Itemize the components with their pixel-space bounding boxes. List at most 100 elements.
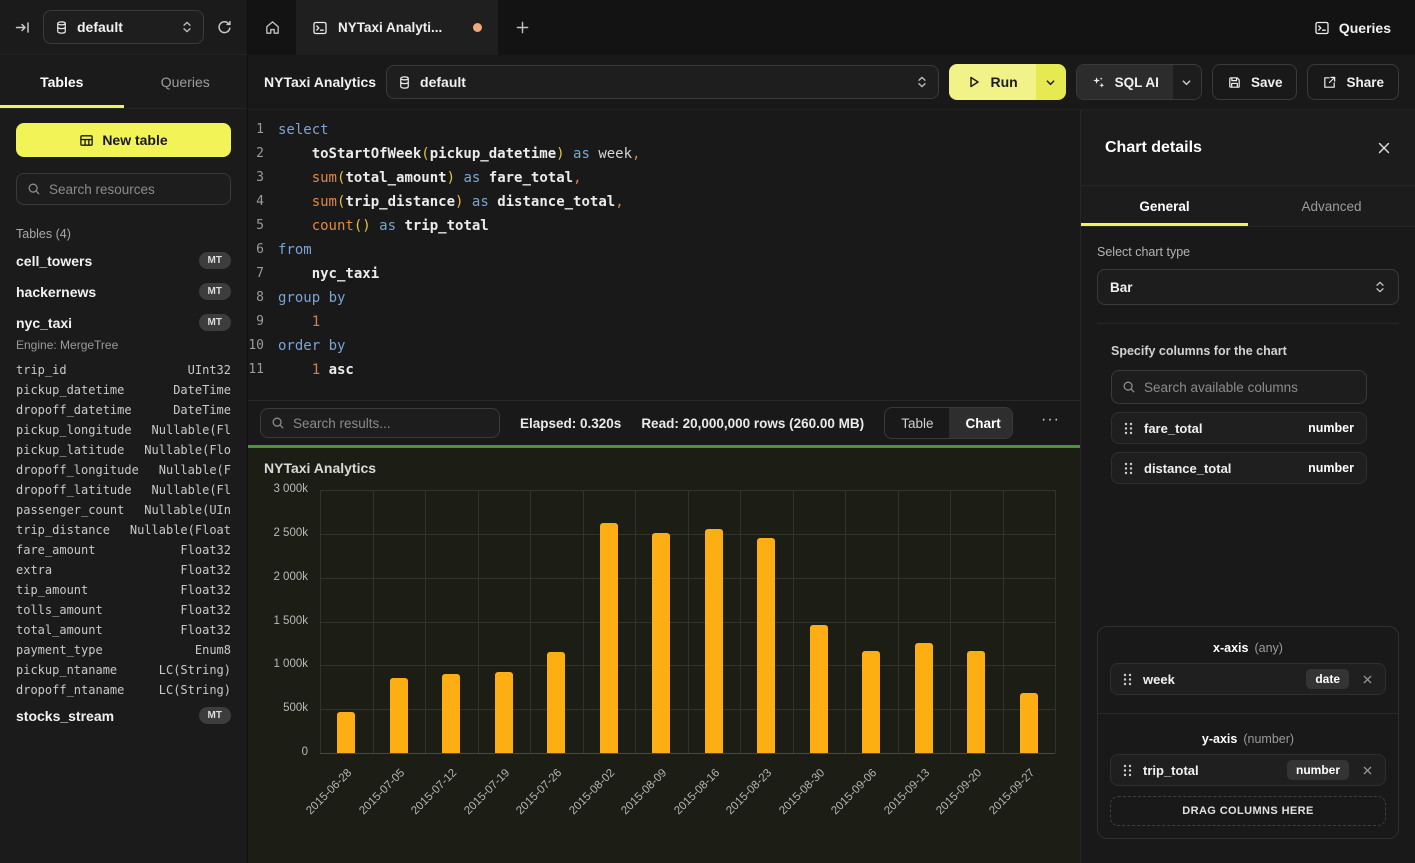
bar-2015-08-09[interactable] xyxy=(652,533,670,753)
close-panel-button[interactable] xyxy=(1377,141,1391,155)
bar-2015-07-26[interactable] xyxy=(547,652,565,753)
y-axis-tick-label: 0 xyxy=(248,746,308,758)
column-row: pickup_ntanameLC(String) xyxy=(16,660,231,680)
home-button[interactable] xyxy=(248,0,296,55)
code-text: select xyxy=(278,118,329,142)
column-row: fare_amountFloat32 xyxy=(16,540,231,560)
sql-ai-button[interactable]: SQL AI xyxy=(1077,65,1173,99)
drag-handle-icon xyxy=(1123,764,1132,777)
results-search[interactable] xyxy=(260,408,500,438)
view-toggle-table[interactable]: Table xyxy=(885,408,949,438)
remove-chip-button[interactable] xyxy=(1362,674,1373,685)
column-row: dropoff_latitudeNullable(Fl xyxy=(16,480,231,500)
x-axis-tick-label: 2015-08-23 xyxy=(725,767,775,817)
sql-ai-options-button[interactable] xyxy=(1173,65,1201,99)
results-search-input[interactable] xyxy=(293,416,489,431)
results-more-button[interactable]: ··· xyxy=(1033,411,1068,435)
chip-name: trip_total xyxy=(1143,763,1276,778)
bar-2015-07-05[interactable] xyxy=(390,678,408,753)
sql-editor[interactable]: 1select2toStartOfWeek(pickup_datetime) a… xyxy=(248,110,1080,400)
x-axis-tick-label: 2015-07-26 xyxy=(515,767,565,817)
code-text: from xyxy=(278,238,312,262)
editor-line: 111 asc xyxy=(248,358,1080,382)
chart-type-value: Bar xyxy=(1110,280,1133,295)
bar-2015-09-27[interactable] xyxy=(1020,693,1038,753)
toolbar-database-selector[interactable]: default xyxy=(386,65,939,99)
query-tab-nytaxi-analytics[interactable]: NYTaxi Analyti... xyxy=(296,0,498,55)
collapse-sidebar-button[interactable] xyxy=(14,19,31,36)
share-button[interactable]: Share xyxy=(1307,64,1399,100)
column-chip-fare_total[interactable]: fare_totalnumber xyxy=(1111,412,1367,444)
bar-2015-09-20[interactable] xyxy=(967,651,985,753)
gridline-v xyxy=(1055,490,1056,753)
available-columns-list: fare_totalnumber distance_totalnumber xyxy=(1111,404,1367,484)
gridline-v xyxy=(1003,490,1004,753)
column-row: dropoff_longitudeNullable(F xyxy=(16,460,231,480)
refresh-button[interactable] xyxy=(216,19,233,36)
drag-columns-drop-zone[interactable]: DRAG COLUMNS HERE xyxy=(1110,796,1386,826)
column-row: pickup_latitudeNullable(Flo xyxy=(16,440,231,460)
table-item-nyc_taxi[interactable]: nyc_taxiMT xyxy=(16,307,231,338)
chart-panel: NYTaxi Analytics 0500k1 000k1 500k2 000k… xyxy=(248,448,1080,863)
new-tab-button[interactable] xyxy=(498,0,546,55)
axis-mapping-box: x-axis(any) weekdate y-axis(number) trip… xyxy=(1097,626,1399,839)
column-type: LC(String) xyxy=(159,680,231,700)
bar-2015-07-12[interactable] xyxy=(442,674,460,753)
line-number: 10 xyxy=(248,334,278,358)
column-type: Float32 xyxy=(180,580,231,600)
line-number: 3 xyxy=(248,166,278,190)
tab-advanced[interactable]: Advanced xyxy=(1248,186,1415,226)
database-selector[interactable]: default xyxy=(43,10,204,44)
sidebar-tab-tables[interactable]: Tables xyxy=(0,55,124,108)
gridline-v xyxy=(688,490,689,753)
column-type: UInt32 xyxy=(188,360,231,380)
columns-search[interactable] xyxy=(1111,370,1367,404)
run-button[interactable]: Run xyxy=(949,64,1035,100)
view-toggle-chart[interactable]: Chart xyxy=(949,408,1013,438)
table-item-hackernews[interactable]: hackernewsMT xyxy=(16,276,231,307)
bar-2015-08-30[interactable] xyxy=(810,625,828,753)
column-name: total_amount xyxy=(16,620,103,640)
column-row: trip_distanceNullable(Float xyxy=(16,520,231,540)
table-item-cell_towers[interactable]: cell_towersMT xyxy=(16,245,231,276)
code-text: 1 asc xyxy=(278,358,354,382)
database-icon xyxy=(397,75,412,90)
table-item-stocks_stream[interactable]: stocks_streamMT xyxy=(16,700,231,731)
engine-badge: MT xyxy=(199,252,231,269)
sidebar-search-input[interactable] xyxy=(49,182,220,197)
x-axis-tick-label: 2015-08-16 xyxy=(672,767,722,817)
close-icon xyxy=(1362,765,1373,776)
bar-2015-08-02[interactable] xyxy=(600,523,618,753)
tab-general[interactable]: General xyxy=(1081,186,1248,226)
bar-2015-08-23[interactable] xyxy=(757,538,775,753)
save-button[interactable]: Save xyxy=(1212,64,1298,100)
engine-badge: MT xyxy=(199,314,231,331)
new-table-button[interactable]: New table xyxy=(16,123,231,157)
column-row: dropoff_ntanameLC(String) xyxy=(16,680,231,700)
column-name: payment_type xyxy=(16,640,103,660)
bar-2015-08-16[interactable] xyxy=(705,529,723,753)
bar-2015-09-13[interactable] xyxy=(915,643,933,754)
column-chip-distance_total[interactable]: distance_totalnumber xyxy=(1111,452,1367,484)
bar-2015-09-06[interactable] xyxy=(862,651,880,753)
bar-2015-06-28[interactable] xyxy=(337,712,355,753)
sidebar-search[interactable] xyxy=(16,173,231,205)
run-options-button[interactable] xyxy=(1036,64,1066,100)
remove-chip-button[interactable] xyxy=(1362,765,1373,776)
gridline-v xyxy=(583,490,584,753)
queries-button[interactable]: Queries xyxy=(1290,0,1415,55)
y-axis-tick-label: 1 500k xyxy=(248,615,308,627)
y-axis-tick-label: 2 000k xyxy=(248,571,308,583)
editor-line: 4sum(trip_distance) as distance_total, xyxy=(248,190,1080,214)
axis-chip-week[interactable]: weekdate xyxy=(1110,663,1386,695)
columns-search-input[interactable] xyxy=(1144,380,1356,395)
bar-2015-07-19[interactable] xyxy=(495,672,513,753)
x-axis-hint: (any) xyxy=(1254,641,1282,655)
column-name: dropoff_longitude xyxy=(16,460,139,480)
axis-chip-trip_total[interactable]: trip_totalnumber xyxy=(1110,754,1386,786)
sidebar-tab-queries[interactable]: Queries xyxy=(124,55,248,108)
chart-type-select[interactable]: Bar xyxy=(1097,269,1399,305)
column-name: pickup_datetime xyxy=(16,380,124,400)
x-axis-tick-label: 2015-07-19 xyxy=(462,767,512,817)
x-axis-tick-label: 2015-08-02 xyxy=(567,767,617,817)
